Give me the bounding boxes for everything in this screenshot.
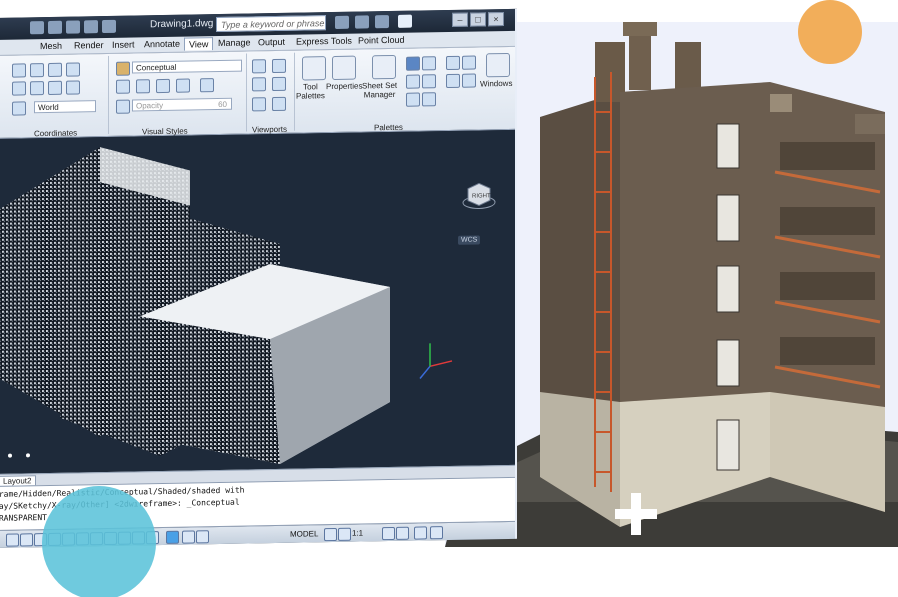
point-cloud-model — [0, 147, 453, 464]
viewport-config-icon[interactable] — [252, 59, 266, 74]
divider — [294, 52, 295, 131]
tab-render[interactable]: Render — [70, 39, 108, 52]
named-viewports-icon[interactable] — [272, 58, 286, 74]
ucs-z-icon[interactable] — [48, 80, 62, 95]
ucs-view-icon[interactable] — [66, 80, 80, 95]
viewport-new-icon[interactable] — [272, 96, 286, 112]
markup-icon[interactable] — [422, 56, 436, 71]
new-icon[interactable] — [30, 21, 44, 35]
plus-icon — [615, 493, 657, 535]
material-icon[interactable] — [200, 78, 214, 93]
communication-icon[interactable] — [355, 15, 369, 29]
restore-viewports-icon[interactable] — [272, 76, 286, 92]
search-input[interactable]: Type a keyword or phrase — [216, 15, 326, 33]
ucs-3point-icon[interactable] — [30, 81, 44, 96]
palette-extra-2-icon[interactable] — [462, 55, 476, 70]
open-icon[interactable] — [48, 20, 62, 34]
palette-extra-4-icon[interactable] — [462, 73, 476, 88]
document-title: Drawing1.dwg — [150, 18, 214, 31]
windows-icon[interactable] — [486, 52, 510, 78]
annotation-scale[interactable]: 1:1 — [352, 528, 363, 537]
viewport-clip-icon[interactable] — [252, 97, 266, 112]
help-icon[interactable] — [398, 14, 412, 28]
shadow-icon[interactable] — [176, 78, 190, 93]
properties-icon[interactable] — [332, 55, 356, 81]
model-space-button[interactable]: MODEL — [290, 529, 318, 538]
edge-effects-icon[interactable] — [116, 79, 130, 94]
annotation-visibility-icon[interactable] — [382, 526, 395, 541]
ucs-select[interactable]: World — [34, 100, 96, 114]
tab-view[interactable]: View — [184, 37, 214, 51]
lock-ui-icon[interactable] — [430, 526, 443, 540]
tab-manage[interactable]: Manage — [214, 36, 255, 49]
opacity-icon — [116, 99, 130, 114]
decorative-teal-circle — [42, 486, 156, 597]
redo-icon[interactable] — [102, 19, 116, 34]
windows-button[interactable]: Windows — [480, 79, 512, 89]
minimize-button[interactable]: – — [452, 12, 468, 27]
face-style-icon[interactable] — [136, 79, 150, 94]
viewcube-face-label: RIGHT — [472, 193, 491, 199]
favorites-icon[interactable] — [375, 15, 389, 29]
divider — [108, 55, 109, 134]
close-button[interactable]: × — [488, 12, 504, 27]
command-prompt: TRANSPARENT — [0, 513, 47, 523]
dbconnect-icon[interactable] — [406, 92, 420, 107]
opacity-value: 60 — [218, 99, 227, 110]
layers-icon[interactable] — [422, 74, 436, 89]
snap-mode-icon[interactable] — [6, 533, 19, 547]
decorative-orange-circle — [798, 0, 862, 64]
tab-insert[interactable]: Insert — [108, 38, 139, 51]
palette-extra-1-icon[interactable] — [446, 55, 460, 71]
wcs-menu[interactable]: WCS — [458, 235, 481, 245]
auto-scale-icon[interactable] — [396, 526, 409, 540]
color-icon[interactable] — [156, 78, 170, 94]
save-icon[interactable] — [66, 20, 80, 34]
ucs-origin-icon[interactable] — [30, 63, 44, 78]
annotation-monitor-icon[interactable] — [196, 530, 209, 544]
hero-collage: Drawing1.dwg Type a keyword or phrase – … — [0, 0, 898, 597]
restore-button[interactable]: □ — [470, 12, 486, 27]
palette-extra-3-icon[interactable] — [446, 73, 460, 89]
ucs-world-icon[interactable] — [12, 81, 26, 96]
quick-view-layouts-icon[interactable] — [324, 527, 337, 542]
tool-palettes-icon[interactable] — [302, 56, 326, 81]
ucs-y-icon[interactable] — [66, 62, 80, 77]
quick-properties-icon[interactable] — [166, 530, 179, 544]
visual-style-select[interactable]: Conceptual — [132, 59, 242, 74]
tab-point-cloud[interactable]: Point Cloud — [354, 34, 409, 47]
ucs-x-icon[interactable] — [48, 62, 62, 77]
divider — [246, 53, 247, 132]
tab-annotate[interactable]: Annotate — [140, 38, 184, 51]
opacity-label: Opacity — [136, 100, 164, 111]
autocad-window: Drawing1.dwg Type a keyword or phrase – … — [0, 8, 517, 548]
tab-mesh[interactable]: Mesh — [36, 40, 66, 53]
tab-express-tools[interactable]: Express Tools — [292, 35, 356, 48]
binoculars-icon[interactable] — [335, 15, 349, 29]
clip-icon[interactable] — [422, 92, 436, 107]
grid-display-icon[interactable] — [20, 533, 33, 547]
visual-style-icon — [116, 61, 130, 76]
viewcube[interactable]: RIGHT — [462, 180, 496, 211]
selection-cycling-icon[interactable] — [182, 530, 195, 544]
ribbon: World Coordinates Conceptual Opacity 60 … — [0, 46, 515, 139]
workspace-switching-icon[interactable] — [414, 526, 427, 540]
viewcube-icon: RIGHT — [462, 182, 496, 209]
opacity-slider[interactable]: Opacity 60 — [132, 97, 232, 112]
join-viewports-icon[interactable] — [252, 77, 266, 92]
quick-view-drawings-icon[interactable] — [338, 527, 351, 541]
properties-button[interactable]: Properties — [326, 81, 362, 91]
undo-icon[interactable] — [84, 20, 98, 34]
tab-output[interactable]: Output — [254, 36, 289, 49]
sheet-set-manager-button[interactable]: Sheet Set Manager — [362, 81, 397, 100]
ucs-named-icon[interactable] — [12, 101, 26, 116]
ucs-icon[interactable] — [12, 63, 26, 78]
model-viewport[interactable]: RIGHT WCS — [0, 129, 515, 474]
design-center-icon[interactable] — [406, 56, 420, 71]
tool-palettes-button[interactable]: Tool Palettes — [296, 82, 325, 100]
sheet-set-manager-icon[interactable] — [372, 54, 396, 80]
quickcalc-icon[interactable] — [406, 74, 420, 89]
